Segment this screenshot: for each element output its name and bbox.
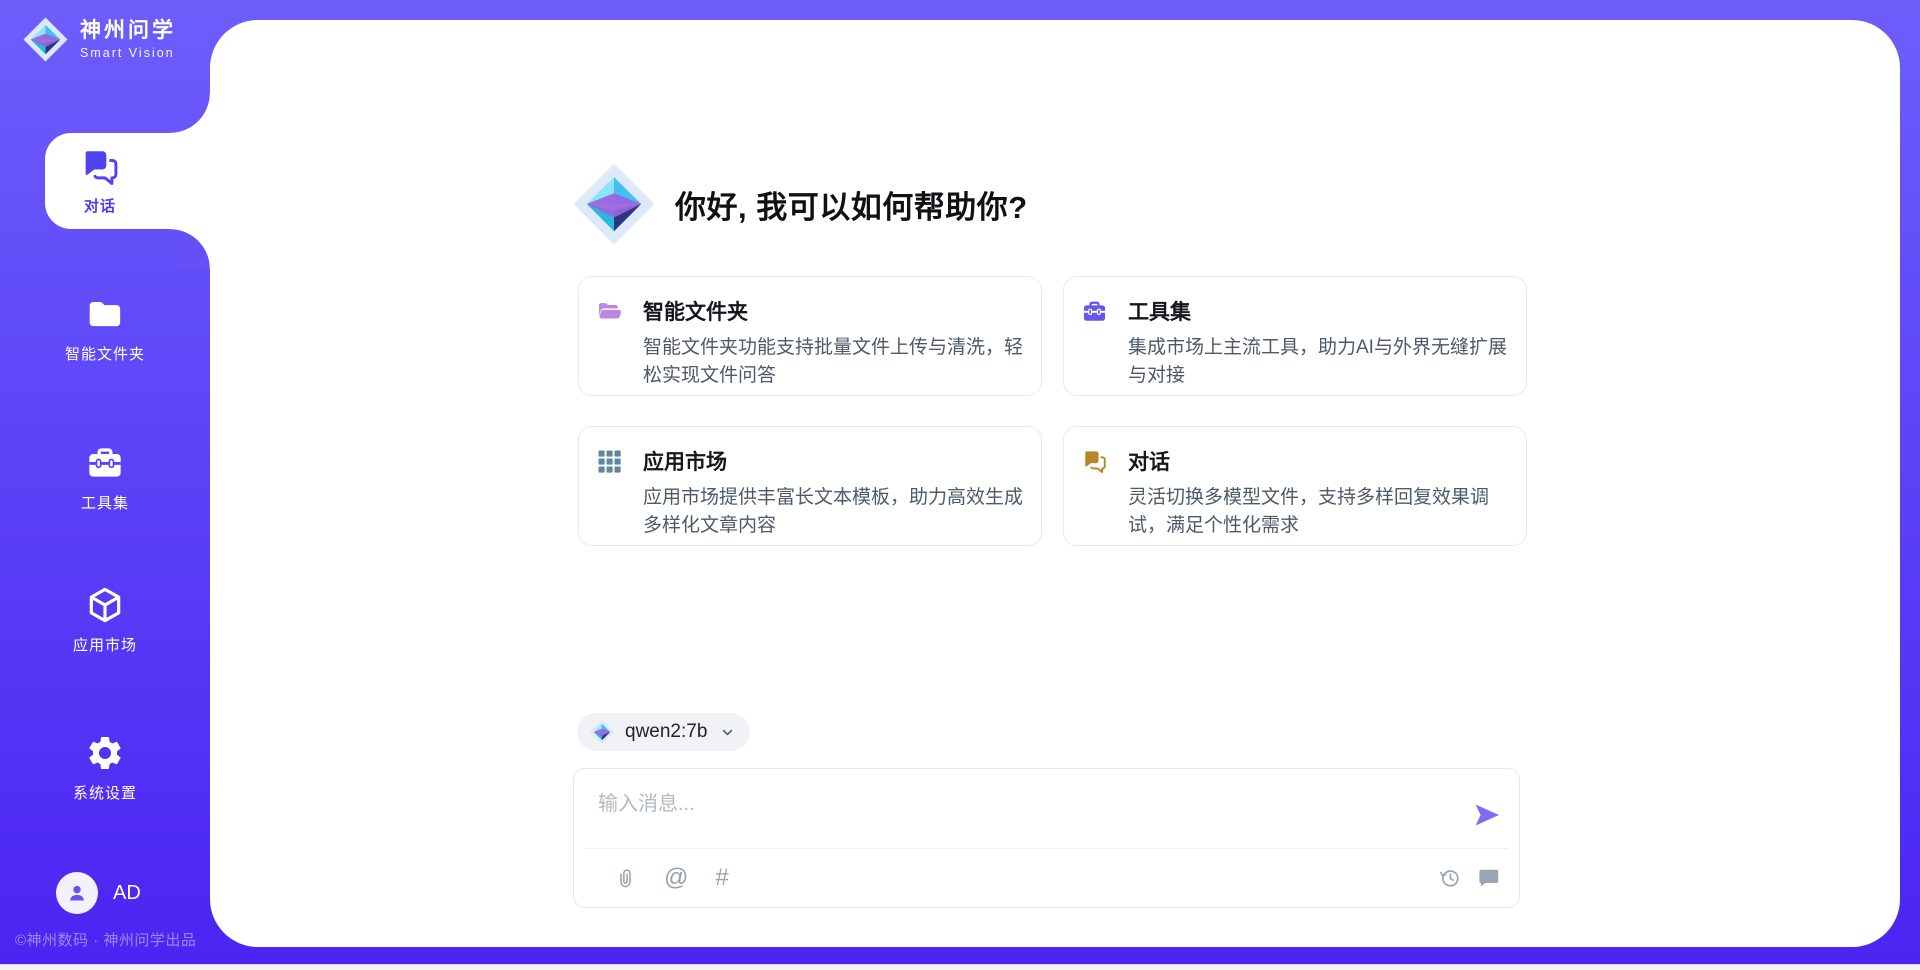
sidebar-item-chat[interactable]: 对话: [45, 133, 210, 229]
sidebar-item-label: 系统设置: [73, 782, 137, 803]
sidebar-item-label: 智能文件夹: [65, 343, 145, 364]
card-title: 工具集: [1128, 296, 1512, 326]
toolbox-icon: [85, 443, 125, 483]
topic-button[interactable]: #: [715, 866, 728, 890]
horizontal-scrollbar[interactable]: [0, 964, 1920, 970]
conversation-button[interactable]: [1477, 866, 1501, 890]
composer-tools: @ #: [614, 863, 729, 893]
card-title: 对话: [1128, 446, 1512, 476]
sidebar-item-settings[interactable]: 系统设置: [0, 733, 210, 803]
hash-icon: #: [715, 866, 728, 890]
person-icon: [64, 880, 90, 906]
user-profile[interactable]: AD: [56, 872, 141, 914]
cube-icon: [85, 585, 125, 625]
composer-divider: [584, 848, 1509, 849]
greeting-gem-icon: [571, 161, 657, 247]
chat-icon: [1081, 448, 1108, 475]
sidebar-item-label: 工具集: [81, 492, 129, 513]
card-title: 应用市场: [643, 446, 1027, 476]
gear-icon: [85, 733, 125, 773]
brand-name-cn: 神州问学: [80, 19, 176, 43]
user-name: AD: [113, 882, 141, 905]
sidebar-item-smart-folder[interactable]: 智能文件夹: [0, 294, 210, 364]
composer-actions: [1438, 863, 1501, 893]
card-description: 智能文件夹功能支持批量文件上传与清洗，轻松实现文件问答: [643, 334, 1027, 390]
card-description: 集成市场上主流工具，助力AI与外界无缝扩展与对接: [1128, 334, 1512, 390]
message-composer: @ #: [573, 768, 1520, 908]
send-icon: [1471, 799, 1503, 831]
card-description: 灵活切换多模型文件，支持多样回复效果调试，满足个性化需求: [1128, 484, 1512, 540]
sidebar-item-label: 应用市场: [73, 634, 137, 655]
sidebar-item-app-market[interactable]: 应用市场: [0, 585, 210, 655]
chat-icon: [79, 146, 121, 188]
paperclip-icon: [614, 867, 637, 890]
folder-open-icon: [596, 298, 623, 325]
send-button[interactable]: [1471, 799, 1503, 831]
folder-icon: [85, 294, 125, 334]
history-button[interactable]: [1438, 866, 1462, 890]
model-selector[interactable]: qwen2:7b: [577, 713, 750, 751]
main-panel: 你好, 我可以如何帮助你? 智能文件夹 智能文件夹功能支持批量文件上传与清洗，轻…: [210, 20, 1900, 947]
feature-cards: 智能文件夹 智能文件夹功能支持批量文件上传与清洗，轻松实现文件问答 工具集 集成…: [578, 276, 1527, 546]
greeting-title: 你好, 我可以如何帮助你?: [675, 182, 1028, 227]
card-smart-folder[interactable]: 智能文件夹 智能文件夹功能支持批量文件上传与清洗，轻松实现文件问答: [578, 276, 1042, 396]
card-app-market[interactable]: 应用市场 应用市场提供丰富长文本模板，助力高效生成多样化文章内容: [578, 426, 1042, 546]
model-gem-icon: [589, 719, 615, 745]
avatar: [56, 872, 98, 914]
mention-icon: @: [664, 866, 688, 890]
card-title: 智能文件夹: [643, 296, 1027, 326]
chevron-down-icon: [719, 724, 736, 741]
message-input[interactable]: [596, 785, 1450, 845]
copyright-footer: ©神州数码 · 神州问学出品: [15, 929, 196, 950]
brand-name-en: Smart Vision: [80, 46, 176, 60]
greeting: 你好, 我可以如何帮助你?: [571, 161, 1028, 247]
card-description: 应用市场提供丰富长文本模板，助力高效生成多样化文章内容: [643, 484, 1027, 540]
app-grid-icon: [596, 448, 623, 475]
card-toolset[interactable]: 工具集 集成市场上主流工具，助力AI与外界无缝扩展与对接: [1063, 276, 1527, 396]
toolbox-icon: [1081, 298, 1108, 325]
sidebar-item-label: 对话: [84, 195, 116, 216]
history-icon: [1438, 866, 1462, 890]
model-name: qwen2:7b: [625, 721, 707, 743]
brand-gem-icon: [22, 16, 69, 63]
brand-logo: 神州问学 Smart Vision: [22, 16, 176, 63]
chat-bubble-icon: [1477, 866, 1501, 890]
attach-file-button[interactable]: [614, 867, 637, 890]
sidebar-item-toolset[interactable]: 工具集: [0, 443, 210, 513]
mention-button[interactable]: @: [664, 866, 688, 890]
card-chat[interactable]: 对话 灵活切换多模型文件，支持多样回复效果调试，满足个性化需求: [1063, 426, 1527, 546]
